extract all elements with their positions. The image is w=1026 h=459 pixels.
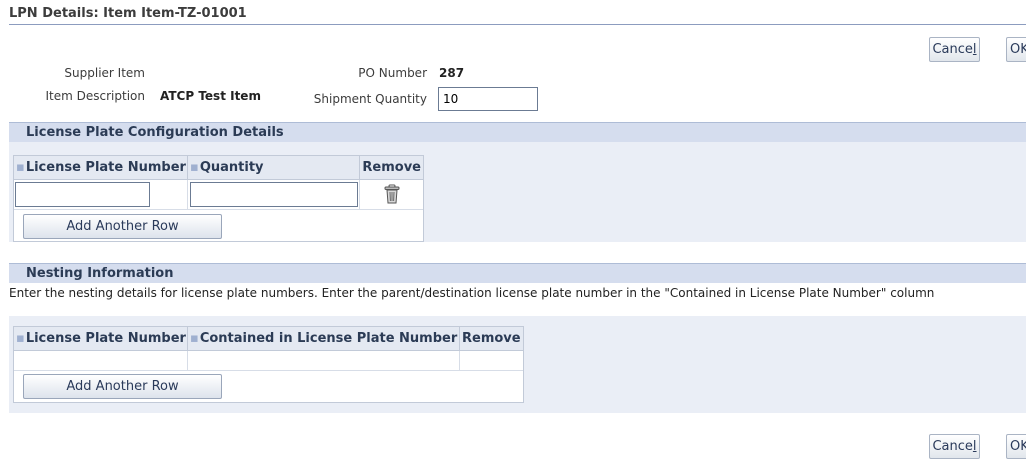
cancel-label: Cance bbox=[932, 439, 972, 454]
license-plate-number-input[interactable] bbox=[15, 182, 150, 207]
cancel-button-top[interactable]: Cancel bbox=[929, 37, 980, 62]
add-another-row-button-nesting[interactable]: Add Another Row bbox=[23, 374, 222, 399]
nesting-section-header: Nesting Information bbox=[9, 263, 1026, 283]
po-number-label: PO Number bbox=[290, 66, 427, 80]
ok-button-top[interactable]: OK bbox=[1006, 37, 1026, 62]
column-header-contained-in-license-plate-number: ▪Contained in License Plate Number bbox=[188, 327, 460, 351]
item-description-label: Item Description bbox=[10, 89, 145, 103]
license-plate-section-header: License Plate Configuration Details bbox=[9, 122, 1026, 142]
nesting-table: ▪License Plate Number ▪Contained in Lice… bbox=[13, 326, 524, 403]
nesting-instruction-text: Enter the nesting details for license pl… bbox=[9, 286, 934, 300]
trash-icon[interactable] bbox=[384, 184, 400, 207]
column-header-license-plate-number: ▪License Plate Number bbox=[14, 327, 188, 351]
page-title: LPN Details: Item Item-TZ-01001 bbox=[9, 6, 247, 21]
cancel-accesskey: l bbox=[973, 42, 977, 57]
add-another-row-button-license-plates[interactable]: Add Another Row bbox=[23, 214, 222, 239]
column-header-remove: Remove bbox=[360, 156, 423, 180]
shipment-quantity-label: Shipment Quantity bbox=[290, 92, 427, 106]
ok-button-bottom[interactable]: OK bbox=[1006, 434, 1026, 459]
table-cell bbox=[460, 351, 523, 371]
cancel-accesskey: l bbox=[973, 439, 977, 454]
table-cell bbox=[188, 351, 460, 371]
column-header-remove: Remove bbox=[460, 327, 523, 351]
shipment-quantity-field[interactable] bbox=[438, 87, 538, 111]
cancel-label: Cance bbox=[932, 42, 972, 57]
license-plate-table: ▪License Plate Number ▪Quantity Remove A… bbox=[13, 155, 424, 242]
column-header-license-plate-number: ▪License Plate Number bbox=[14, 156, 188, 180]
cancel-button-bottom[interactable]: Cancel bbox=[929, 434, 980, 459]
column-header-quantity: ▪Quantity bbox=[188, 156, 360, 180]
quantity-input[interactable] bbox=[190, 182, 358, 207]
supplier-item-label: Supplier Item bbox=[20, 66, 145, 80]
item-description-value: ATCP Test Item bbox=[160, 89, 261, 103]
table-row bbox=[14, 351, 188, 371]
po-number-value: 287 bbox=[439, 66, 464, 80]
title-divider bbox=[9, 24, 1026, 25]
